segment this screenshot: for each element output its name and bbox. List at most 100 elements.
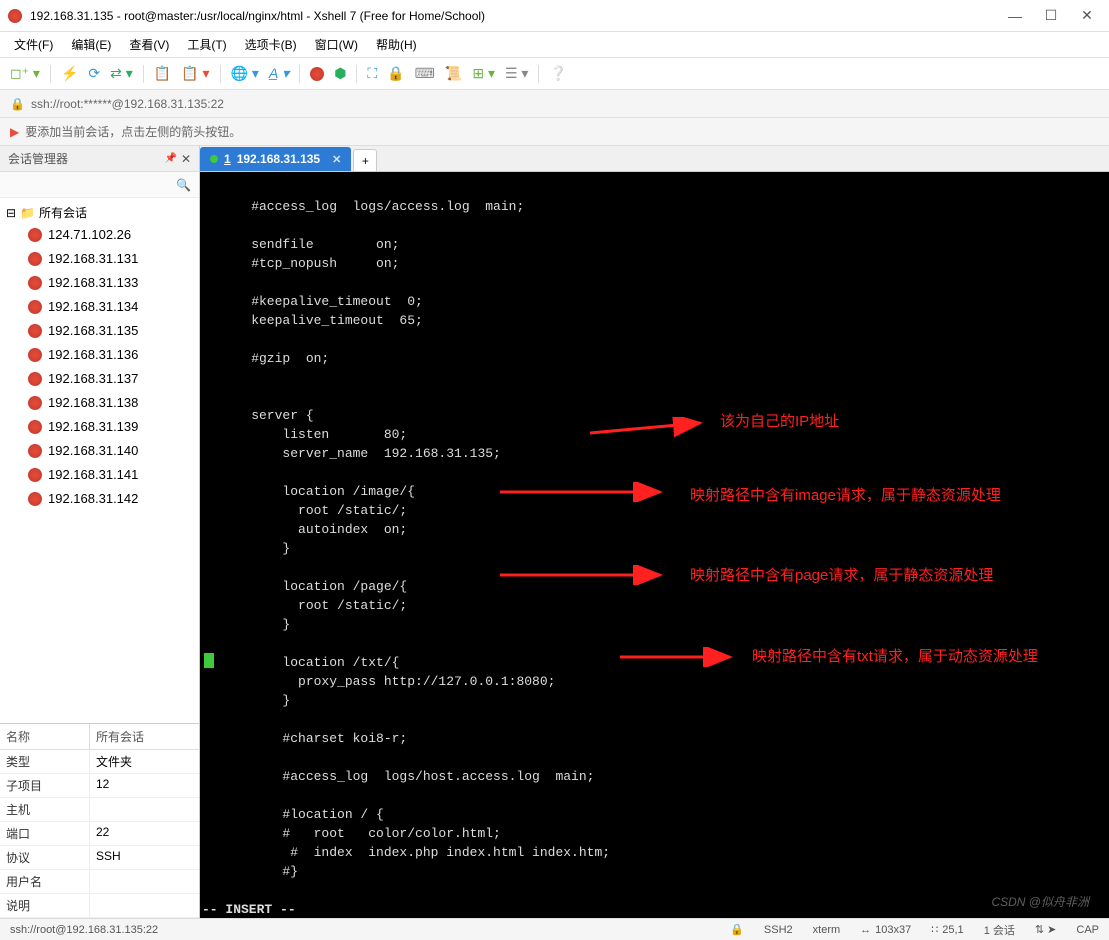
hint-text: 要添加当前会话，点击左侧的箭头按钮。 [25, 123, 241, 140]
session-tree: ⊟ 📁 所有会话 124.71.102.26192.168.31.131192.… [0, 198, 199, 723]
menu-tools[interactable]: 工具(T) [179, 34, 234, 55]
session-label: 192.168.31.133 [48, 273, 138, 293]
session-item[interactable]: 192.168.31.141 [0, 463, 199, 487]
tree-root-label: 所有会话 [39, 204, 87, 221]
minimize-button[interactable]: — [1009, 10, 1021, 22]
swirl-button[interactable] [306, 65, 328, 83]
tabbar: 1 192.168.31.135 ✕ + [200, 146, 1109, 172]
props-row: 用户名 [0, 870, 199, 894]
globe-button[interactable]: 🌐 ▾ [227, 63, 263, 84]
keyboard-button[interactable]: ⌨ [411, 63, 439, 84]
prop-key: 端口 [0, 822, 90, 845]
status-pos-icon: ∷ [931, 923, 938, 936]
session-item[interactable]: 192.168.31.138 [0, 391, 199, 415]
new-tab-button[interactable]: + [353, 149, 377, 171]
session-icon [28, 420, 42, 434]
shield-button[interactable]: ⬢ [330, 63, 350, 84]
session-item[interactable]: 192.168.31.136 [0, 343, 199, 367]
prop-value [90, 870, 102, 893]
addressbar: 🔒 ssh://root:******@192.168.31.135:22 [0, 90, 1109, 118]
vim-mode: -- INSERT -- [202, 900, 1105, 918]
session-item[interactable]: 192.168.31.140 [0, 439, 199, 463]
maximize-button[interactable]: ☐ [1045, 10, 1057, 22]
window-controls: — ☐ ✕ [1009, 10, 1093, 22]
flag-icon: ▶ [10, 125, 19, 139]
separator [299, 65, 300, 83]
session-item[interactable]: 192.168.31.134 [0, 295, 199, 319]
reconnect-button[interactable]: ⟳ [84, 63, 104, 84]
session-item[interactable]: 192.168.31.142 [0, 487, 199, 511]
expand-button[interactable]: ⛶ [363, 63, 381, 84]
props-row: 主机 [0, 798, 199, 822]
hintbar: ▶ 要添加当前会话，点击左侧的箭头按钮。 [0, 118, 1109, 146]
prop-key: 类型 [0, 750, 90, 773]
separator [143, 65, 144, 83]
session-item[interactable]: 124.71.102.26 [0, 223, 199, 247]
session-item[interactable]: 192.168.31.131 [0, 247, 199, 271]
lock-button[interactable]: 🔒 [383, 63, 408, 84]
new-session-button[interactable]: ◻⁺ ▾ [6, 63, 44, 84]
session-icon [28, 396, 42, 410]
status-dot-icon [210, 155, 218, 163]
session-icon [28, 372, 42, 386]
tab-label: 192.168.31.135 [237, 152, 320, 166]
copy-button[interactable]: 📋 [150, 63, 175, 84]
menu-view[interactable]: 查看(V) [121, 34, 177, 55]
session-label: 192.168.31.136 [48, 345, 138, 365]
separator [538, 65, 539, 83]
status-cap: CAP [1076, 924, 1099, 936]
session-label: 192.168.31.135 [48, 321, 138, 341]
session-item[interactable]: 192.168.31.133 [0, 271, 199, 295]
prop-value: 文件夹 [90, 750, 138, 773]
arrow-icon [500, 565, 670, 585]
annotation-ip: 该为自己的IP地址 [720, 412, 839, 431]
sidebar-search: 🔍 [0, 172, 199, 198]
arrow-icon [500, 482, 670, 502]
connect-button[interactable]: ⚡ [57, 63, 82, 84]
status-ssh: SSH2 [764, 924, 793, 936]
session-label: 192.168.31.142 [48, 489, 138, 509]
pin-icon[interactable]: 📌 [164, 153, 176, 164]
session-manager: 会话管理器 📌 ✕ 🔍 ⊟ 📁 所有会话 124.71.102.26192.16… [0, 146, 200, 918]
window-title: 192.168.31.135 - root@master:/usr/local/… [30, 9, 1009, 23]
sidebar-close-icon[interactable]: ✕ [181, 152, 191, 166]
menu-tabs[interactable]: 选项卡(B) [237, 34, 305, 55]
annotation-image: 映射路径中含有image请求，属于静态资源处理 [690, 486, 1001, 505]
props-row: 子项目12 [0, 774, 199, 798]
font-button[interactable]: A̲ ▾ [265, 63, 293, 84]
terminal[interactable]: #access_log logs/access.log main; sendfi… [200, 172, 1109, 918]
search-icon[interactable]: 🔍 [176, 178, 191, 192]
session-icon [28, 252, 42, 266]
session-label: 192.168.31.140 [48, 441, 138, 461]
status-term: xterm [813, 924, 841, 936]
script-button[interactable]: 📜 [441, 63, 466, 84]
tab-close-icon[interactable]: ✕ [332, 153, 341, 166]
close-button[interactable]: ✕ [1081, 10, 1093, 22]
menu-help[interactable]: 帮助(H) [368, 34, 425, 55]
add-button[interactable]: ⊞ ▾ [468, 63, 499, 84]
session-tab[interactable]: 1 192.168.31.135 ✕ [200, 147, 351, 171]
prop-value [90, 894, 102, 917]
session-item[interactable]: 192.168.31.139 [0, 415, 199, 439]
lock-icon: 🔒 [10, 97, 25, 111]
session-item[interactable]: 192.168.31.135 [0, 319, 199, 343]
menu-edit[interactable]: 编辑(E) [63, 34, 119, 55]
list-button[interactable]: ☰ ▾ [501, 63, 532, 84]
paste-button[interactable]: 📋 ▾ [177, 63, 213, 84]
menu-file[interactable]: 文件(F) [6, 34, 61, 55]
statusbar: ssh://root@192.168.31.135:22 🔒 SSH2 xter… [0, 918, 1109, 940]
transfer-button[interactable]: ⇄ ▾ [106, 63, 137, 84]
props-row: 类型文件夹 [0, 750, 199, 774]
session-item[interactable]: 192.168.31.137 [0, 367, 199, 391]
toolbar: ◻⁺ ▾ ⚡ ⟳ ⇄ ▾ 📋 📋 ▾ 🌐 ▾ A̲ ▾ ⬢ ⛶ 🔒 ⌨ 📜 ⊞ … [0, 58, 1109, 90]
separator [356, 65, 357, 83]
menu-window[interactable]: 窗口(W) [307, 34, 366, 55]
session-icon [28, 228, 42, 242]
content-area: 1 192.168.31.135 ✕ + #access_log logs/ac… [200, 146, 1109, 918]
help-button[interactable]: ❔ [545, 63, 570, 84]
tree-root[interactable]: ⊟ 📁 所有会话 [0, 202, 199, 223]
sidebar-header: 会话管理器 📌 ✕ [0, 146, 199, 172]
status-lock-icon: 🔒 [730, 923, 744, 936]
prop-value: 12 [90, 774, 115, 797]
address-text[interactable]: ssh://root:******@192.168.31.135:22 [31, 97, 224, 111]
